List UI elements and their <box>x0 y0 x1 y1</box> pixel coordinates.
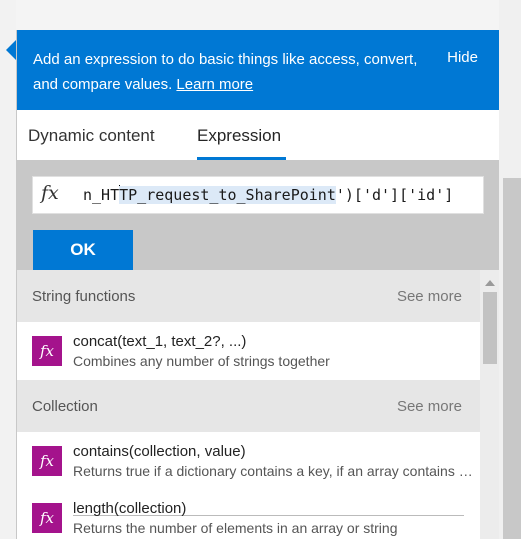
list-item-concat[interactable]: fx concat(text_1, text_2?, ...) Combines… <box>17 322 480 378</box>
function-description: Returns true if a dictionary contains a … <box>73 463 473 479</box>
expression-input[interactable]: fx n_HTTP_request_to_SharePoint')['d']['… <box>32 176 484 214</box>
learn-more-link[interactable]: Learn more <box>176 76 253 93</box>
ok-button[interactable]: OK <box>33 230 133 270</box>
scrollbar[interactable] <box>480 270 499 539</box>
background-right-panel <box>503 178 521 539</box>
tab-dynamic-content[interactable]: Dynamic content <box>28 126 155 146</box>
function-name: length(collection) <box>73 500 187 517</box>
background-left-strip <box>0 0 16 539</box>
expression-panel: fx n_HTTP_request_to_SharePoint')['d']['… <box>17 160 499 270</box>
scrollbar-thumb[interactable] <box>483 292 497 364</box>
fx-icon: fx <box>32 336 62 366</box>
tab-bar: Dynamic content Expression <box>17 110 499 160</box>
function-description: Combines any number of strings together <box>73 353 330 369</box>
list-item-length[interactable]: fx length(collection) Returns the number… <box>17 489 480 539</box>
section-header-string-functions: String functions See more <box>17 270 480 322</box>
function-list: String functions See more fx concat(text… <box>17 270 499 539</box>
flyout-pointer <box>6 40 16 60</box>
function-name: concat(text_1, text_2?, ...) <box>73 333 247 350</box>
expression-text: n_HTTP_request_to_SharePoint')['d']['id'… <box>83 185 453 204</box>
scroll-up-arrow-icon[interactable] <box>485 280 495 286</box>
fx-icon: fx <box>32 503 62 533</box>
list-item-contains[interactable]: fx contains(collection, value) Returns t… <box>17 432 480 488</box>
info-banner-text: Add an expression to do basic things lik… <box>33 47 428 97</box>
section-header-collection: Collection See more <box>17 380 480 432</box>
info-banner: Add an expression to do basic things lik… <box>17 30 499 110</box>
see-more-string-functions[interactable]: See more <box>397 288 462 305</box>
function-name: contains(collection, value) <box>73 443 246 460</box>
function-description: Returns the number of elements in an arr… <box>73 520 398 536</box>
expression-text-post: ')['d']['id'] <box>335 186 454 204</box>
fx-icon: fx <box>32 446 62 476</box>
expression-text-pre: n_HT <box>83 186 120 204</box>
hide-button[interactable]: Hide <box>447 49 478 66</box>
tab-expression[interactable]: Expression <box>197 126 281 146</box>
fx-icon: fx <box>41 182 59 204</box>
dynamic-content-flyout: Add an expression to do basic things lik… <box>16 30 499 539</box>
section-title: Collection <box>32 398 98 415</box>
expression-text-selected: TP_request_to_SharePoint <box>119 186 336 204</box>
section-title: String functions <box>32 288 136 305</box>
see-more-collection[interactable]: See more <box>397 398 462 415</box>
